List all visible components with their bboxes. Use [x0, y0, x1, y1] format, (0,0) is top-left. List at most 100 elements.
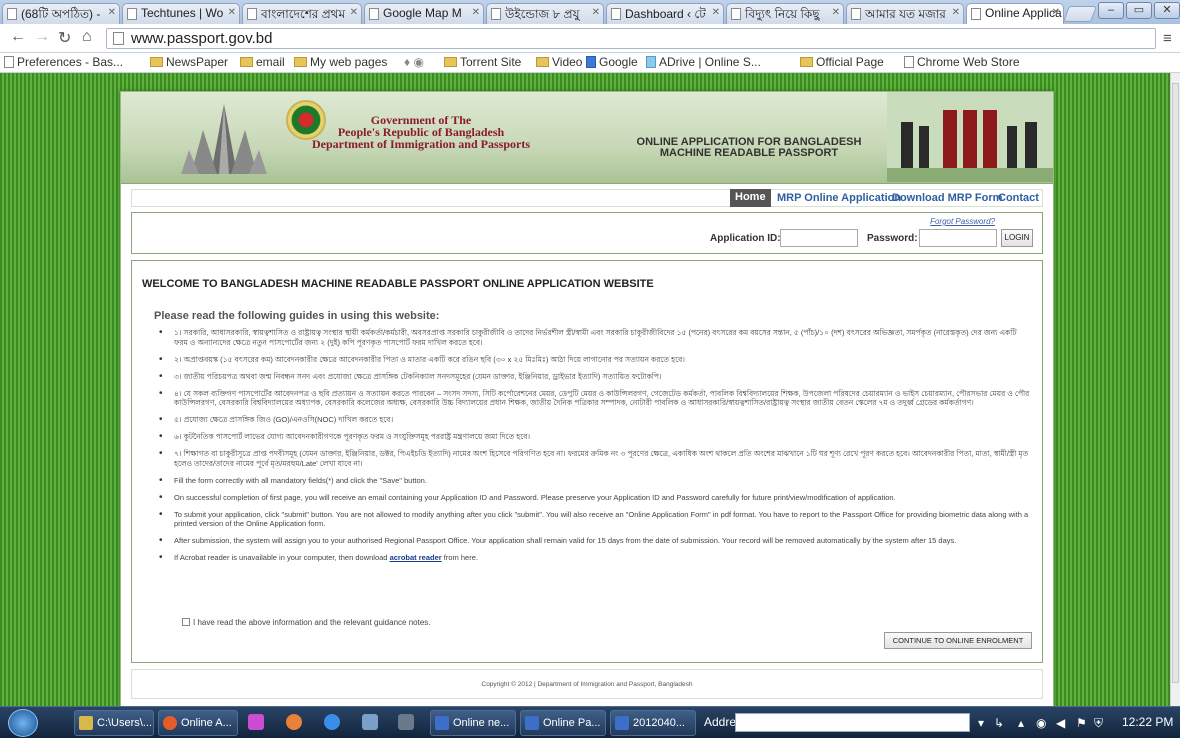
guide-item: ৫। প্রযোজ্য ক্ষেত্রে প্রাসঙ্গিক জিও (GO)…: [158, 415, 1030, 425]
forward-arrow-icon[interactable]: →: [34, 28, 50, 46]
vertical-scrollbar[interactable]: [1170, 73, 1180, 706]
tab-1[interactable]: (68টি অপঠিত) - ✕: [2, 3, 120, 24]
close-icon[interactable]: ✕: [108, 7, 116, 18]
flag-icon[interactable]: ⚑: [1076, 716, 1087, 730]
close-icon[interactable]: ✕: [228, 7, 236, 18]
bookmark-official-page[interactable]: Official Page: [800, 55, 884, 69]
close-icon[interactable]: ✕: [832, 7, 840, 18]
volume-icon[interactable]: ◀: [1056, 716, 1065, 730]
tab-5[interactable]: উইন্ডোজ ৮ প্রযু ✕: [486, 3, 604, 24]
address-toolbar-input[interactable]: [735, 713, 970, 732]
nav-contact-link[interactable]: Contact: [998, 192, 1039, 204]
close-icon[interactable]: ✕: [472, 7, 480, 18]
network-icon[interactable]: ◉: [1036, 716, 1046, 730]
windows-taskbar: C:\Users\... Online A... Online ne... On…: [0, 706, 1180, 738]
password-label: Password:: [867, 233, 918, 244]
internet-explorer-icon[interactable]: [324, 714, 340, 730]
media-icon[interactable]: [398, 714, 414, 730]
application-id-label: Application ID:: [710, 233, 781, 244]
site-banner: Government of The People's Republic of B…: [121, 92, 1053, 184]
home-icon[interactable]: ⌂: [82, 28, 92, 46]
bookmark-video[interactable]: Video: [536, 55, 582, 69]
minimize-button[interactable]: –: [1098, 2, 1124, 19]
tray-expand-icon[interactable]: ▴: [1018, 716, 1024, 730]
close-icon[interactable]: ✕: [952, 7, 960, 18]
reload-icon[interactable]: ↻: [58, 28, 71, 48]
nav-download-mrp-form-link[interactable]: Download MRP Form: [892, 192, 1002, 204]
guide-item: Fill the form correctly with all mandato…: [158, 476, 1030, 486]
back-arrow-icon[interactable]: ←: [10, 28, 26, 46]
bookmark-my-web-pages[interactable]: My web pages: [294, 55, 387, 69]
bookmark-preferences[interactable]: Preferences - Bas...: [4, 55, 123, 69]
dropdown-arrow-icon[interactable]: ▾: [978, 716, 984, 730]
tab-4[interactable]: Google Map M ✕: [364, 3, 484, 24]
new-tab-button[interactable]: [1063, 6, 1097, 22]
taskbar-item-word-2[interactable]: Online Pa...: [520, 710, 606, 736]
tab-3[interactable]: বাংলাদেশের প্রথম ✕: [242, 3, 362, 24]
app-icon[interactable]: [248, 714, 264, 730]
folder-icon: [800, 57, 813, 67]
pin-icon[interactable]: ♦ ◉: [404, 55, 424, 69]
tab-6[interactable]: Dashboard ‹ টে ✕: [606, 3, 724, 24]
tab-title: বাংলাদেশের প্রথম: [261, 7, 346, 21]
close-icon[interactable]: ✕: [350, 7, 358, 18]
password-input[interactable]: [919, 229, 997, 247]
nav-home-link[interactable]: Home: [730, 189, 771, 207]
continue-to-online-enrolment-button[interactable]: CONTINUE TO ONLINE ENROLMENT: [884, 632, 1032, 649]
maximize-button[interactable]: ▭: [1126, 2, 1152, 19]
close-icon[interactable]: ✕: [1052, 7, 1060, 18]
bookmark-torrent-site[interactable]: Torrent Site: [444, 55, 521, 69]
login-button[interactable]: LOGIN: [1001, 229, 1033, 247]
taskbar-item-chrome[interactable]: Online A...: [158, 710, 238, 736]
page-icon: [611, 8, 621, 20]
close-icon[interactable]: ✕: [712, 7, 720, 18]
adrive-icon: [646, 56, 656, 68]
close-icon[interactable]: ✕: [592, 7, 600, 18]
folder-icon: [150, 57, 163, 67]
national-memorial-image: [181, 104, 267, 174]
tab-8[interactable]: আমার যত মজার ✕: [846, 3, 964, 24]
taskbar-clock: 12:22 PM: [1122, 715, 1174, 729]
tab-7[interactable]: বিদ্যুৎ নিয়ে কিছু ✕: [726, 3, 844, 24]
close-window-button[interactable]: ✕: [1154, 2, 1180, 19]
guide-item: ২। অপ্রাপ্তবয়স্ক (১৫ বৎসরের কম) আবেদনকা…: [158, 355, 1030, 365]
page-container: Government of The People's Republic of B…: [120, 91, 1054, 707]
address-bar[interactable]: www.passport.gov.bd: [106, 28, 1156, 49]
folder-icon: [536, 57, 549, 67]
tab-2[interactable]: Techtunes | Wo ✕: [122, 3, 240, 24]
menu-icon[interactable]: ≡: [1163, 30, 1172, 47]
nav-mrp-online-application-link[interactable]: MRP Online Application: [777, 192, 901, 204]
tab-strip: (68টি অপঠিত) - ✕ Techtunes | Wo ✕ বাংলাদেশ…: [0, 0, 1180, 24]
site-navbar: Home MRP Online Application Download MRP…: [131, 189, 1043, 207]
bookmark-chrome-web-store[interactable]: Chrome Web Store: [904, 55, 1020, 69]
tab-9-active[interactable]: Online Applica ✕: [966, 3, 1064, 24]
page-icon: [491, 8, 501, 20]
guide-heading: Please read the following guides in usin…: [154, 310, 440, 322]
application-title: ONLINE APPLICATION FOR BANGLADESH MACHIN…: [636, 136, 862, 159]
word-icon: [525, 716, 539, 730]
welcome-heading: WELCOME TO BANGLADESH MACHINE READABLE P…: [142, 278, 654, 290]
acrobat-reader-link[interactable]: acrobat reader: [390, 553, 442, 562]
tab-title: বিদ্যুৎ নিয়ে কিছু: [745, 7, 820, 21]
application-id-input[interactable]: [780, 229, 858, 247]
agree-checkbox[interactable]: [182, 618, 190, 626]
bookmark-newspaper[interactable]: NewsPaper: [150, 55, 228, 69]
chrome-icon: [163, 716, 177, 730]
go-arrow-icon[interactable]: ↳: [994, 716, 1004, 730]
page-icon: [4, 56, 14, 68]
guide-item: On successful completion of first page, …: [158, 493, 1030, 503]
bookmark-email[interactable]: email: [240, 55, 285, 69]
start-button[interactable]: [8, 709, 38, 737]
bookmark-adrive[interactable]: ADrive | Online S...: [646, 55, 761, 69]
shield-icon[interactable]: ⛨: [1094, 716, 1103, 731]
app-icon[interactable]: [362, 714, 378, 730]
taskbar-item-explorer[interactable]: C:\Users\...: [74, 710, 154, 736]
firefox-icon[interactable]: [286, 714, 302, 730]
folder-icon: [294, 57, 307, 67]
scrollbar-thumb[interactable]: [1172, 83, 1179, 683]
taskbar-item-word-3[interactable]: 2012040...: [610, 710, 696, 736]
taskbar-item-word-1[interactable]: Online ne...: [430, 710, 516, 736]
page-icon: [7, 8, 17, 20]
forgot-password-link[interactable]: Forgot Password?: [930, 217, 995, 226]
bookmark-google[interactable]: Google: [586, 55, 638, 69]
